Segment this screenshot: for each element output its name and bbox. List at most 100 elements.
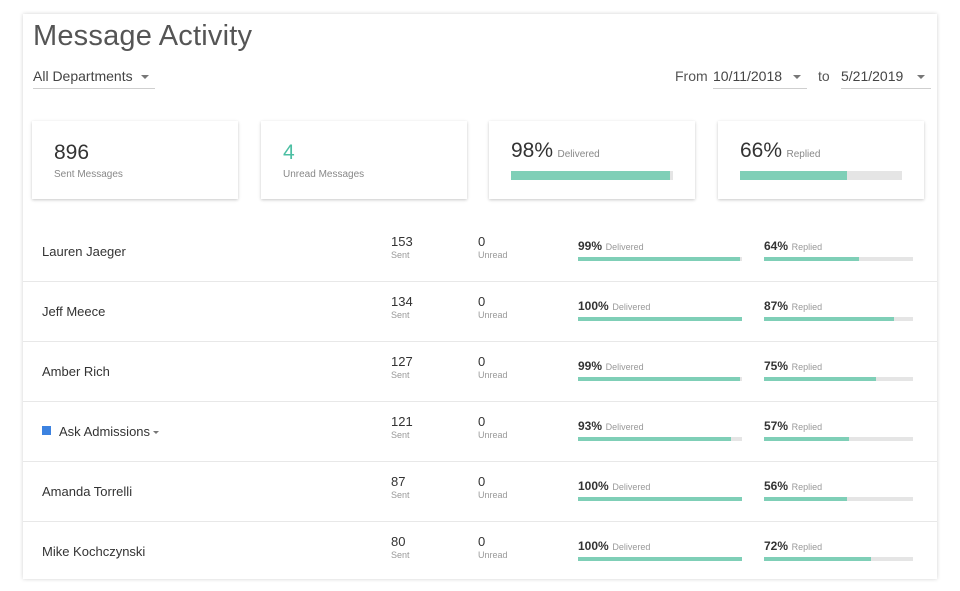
row-delivered-label: Delivered [612, 302, 651, 312]
from-date-picker[interactable]: 10/11/2018 [713, 67, 807, 89]
row-delivered-bar [578, 557, 742, 561]
row-delivered-bar [578, 377, 742, 381]
row-delivered-fill [578, 317, 742, 321]
row-sent-label: Sent [391, 550, 410, 560]
department-marker-icon [42, 426, 51, 435]
row-delivered-bar [578, 257, 742, 261]
row-unread-count: 0 [478, 534, 486, 549]
row-delivered-bar [578, 317, 742, 321]
delivered-percent: 98% [511, 139, 554, 162]
sent-label: Sent Messages [54, 169, 123, 180]
replied-progress-bar [740, 171, 902, 180]
table-row: Mike Kochczynski 80 Sent 0 Unread 100% D… [23, 521, 937, 581]
row-replied-bar [764, 557, 913, 561]
row-replied-bar [764, 377, 913, 381]
row-sent-count: 80 [391, 534, 406, 549]
delivered-progress-bar [511, 171, 673, 180]
row-replied-fill [764, 497, 848, 501]
row-name: Amber Rich [42, 364, 110, 379]
row-replied-bar [764, 437, 913, 441]
row-unread-label: Unread [478, 370, 508, 380]
row-delivered-fill [578, 557, 742, 561]
row-delivered-label: Delivered [605, 242, 644, 252]
row-delivered-bar [578, 437, 742, 441]
row-unread-label: Unread [478, 490, 508, 500]
row-replied-percent: 57% [764, 419, 789, 433]
unread-count: 4 [283, 141, 295, 164]
row-unread-count: 0 [478, 234, 486, 249]
row-replied-percent: 87% [764, 299, 789, 313]
row-replied-fill [764, 317, 894, 321]
row-replied-label: Replied [791, 422, 823, 432]
chevron-down-icon [141, 75, 149, 79]
row-sent-label: Sent [391, 490, 410, 500]
row-sent-label: Sent [391, 310, 410, 320]
delivered-label: Delivered [557, 149, 600, 160]
row-replied-fill [764, 257, 860, 261]
delivered-progress-fill [511, 171, 670, 180]
row-delivered-fill [578, 497, 742, 501]
table-row: Jeff Meece 134 Sent 0 Unread 100% Delive… [23, 281, 937, 342]
row-delivered-percent: 99% [578, 359, 603, 373]
table-row-department[interactable]: Ask Admissions 121 Sent 0 Unread 93% Del… [23, 401, 937, 462]
row-sent-label: Sent [391, 370, 410, 380]
row-sent-count: 134 [391, 294, 413, 309]
table-row: Lauren Jaeger 153 Sent 0 Unread 99% Deli… [23, 221, 937, 282]
row-replied-percent: 56% [764, 479, 789, 493]
row-unread-count: 0 [478, 474, 486, 489]
row-delivered-percent: 100% [578, 479, 609, 493]
row-replied-fill [764, 377, 876, 381]
to-date-picker[interactable]: 5/21/2019 [841, 67, 931, 89]
department-value: All Departments [33, 68, 133, 84]
row-sent-count: 153 [391, 234, 413, 249]
row-delivered-percent: 93% [578, 419, 603, 433]
row-name: Jeff Meece [42, 304, 106, 319]
row-unread-label: Unread [478, 550, 508, 560]
from-date-value: 10/11/2018 [713, 68, 783, 84]
chevron-down-icon [917, 75, 925, 79]
row-replied-bar [764, 257, 913, 261]
chevron-down-icon [793, 75, 801, 79]
row-delivered-fill [578, 377, 741, 381]
row-delivered-percent: 100% [578, 539, 609, 553]
replied-card: 66% Replied [718, 121, 924, 199]
row-delivered-bar [578, 497, 742, 501]
row-replied-fill [764, 437, 849, 441]
row-name[interactable]: Ask Admissions [59, 424, 150, 439]
row-replied-percent: 75% [764, 359, 789, 373]
row-delivered-label: Delivered [605, 362, 644, 372]
department-dropdown[interactable]: All Departments [33, 67, 155, 89]
row-replied-label: Replied [791, 482, 823, 492]
unread-label: Unread Messages [283, 169, 365, 180]
row-delivered-percent: 100% [578, 299, 609, 313]
row-sent-label: Sent [391, 250, 410, 260]
row-sent-count: 87 [391, 474, 406, 489]
sent-messages-card: 896 Sent Messages [32, 121, 238, 199]
row-name: Lauren Jaeger [42, 244, 126, 259]
row-delivered-label: Delivered [612, 482, 651, 492]
table-row: Amber Rich 127 Sent 0 Unread 99% Deliver… [23, 341, 937, 402]
chevron-down-icon[interactable] [153, 431, 159, 434]
row-delivered-fill [578, 437, 731, 441]
unread-messages-card: 4 Unread Messages [261, 121, 467, 199]
row-replied-label: Replied [791, 362, 823, 372]
row-replied-bar [764, 317, 913, 321]
row-replied-label: Replied [791, 542, 823, 552]
row-unread-label: Unread [478, 430, 508, 440]
from-label: From [675, 68, 708, 84]
row-sent-count: 127 [391, 354, 413, 369]
row-unread-label: Unread [478, 310, 508, 320]
sent-count: 896 [54, 141, 90, 164]
to-label: to [818, 68, 830, 84]
row-unread-count: 0 [478, 354, 486, 369]
page-title: Message Activity [33, 20, 253, 52]
row-name: Amanda Torrelli [42, 484, 133, 499]
row-replied-percent: 64% [764, 239, 789, 253]
replied-progress-fill [740, 171, 847, 180]
row-delivered-label: Delivered [612, 542, 651, 552]
row-sent-count: 121 [391, 414, 413, 429]
row-unread-count: 0 [478, 294, 486, 309]
row-unread-count: 0 [478, 414, 486, 429]
replied-percent: 66% [740, 139, 783, 162]
row-replied-label: Replied [791, 242, 823, 252]
